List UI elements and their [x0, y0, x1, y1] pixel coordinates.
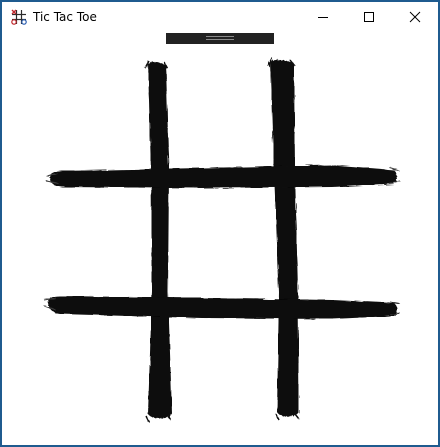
cell-mark [57, 80, 152, 175]
cell-mark [57, 194, 152, 289]
board-cell-1-2[interactable] [298, 194, 393, 289]
board-cell-1-0[interactable] [57, 194, 152, 289]
grid-line-horizontal-2 [43, 296, 401, 319]
grid-line-vertical-2 [267, 57, 300, 421]
board-cell-2-0[interactable] [57, 322, 152, 417]
drag-grip-icon[interactable] [206, 36, 234, 40]
board-cell-1-1[interactable] [172, 194, 267, 289]
board-cell-2-1[interactable] [172, 322, 267, 417]
tic-tac-toe-icon [11, 9, 27, 25]
cell-mark [172, 80, 267, 175]
minimize-icon [318, 17, 328, 18]
cell-mark [172, 322, 267, 417]
collapsed-toolbar[interactable] [166, 33, 274, 44]
cell-mark [298, 194, 393, 289]
close-icon [409, 11, 421, 23]
app-window: Tic Tac Toe [0, 0, 440, 447]
board-cell-2-2[interactable] [298, 322, 393, 417]
board-cell-0-1[interactable] [172, 80, 267, 175]
minimize-button[interactable] [300, 2, 346, 32]
cell-mark [172, 194, 267, 289]
cell-mark [298, 80, 393, 175]
board-cell-0-0[interactable] [57, 80, 152, 175]
maximize-button[interactable] [346, 2, 392, 32]
board-cell-0-2[interactable] [298, 80, 393, 175]
window-title: Tic Tac Toe [33, 10, 97, 24]
cell-mark [298, 322, 393, 417]
title-bar[interactable]: Tic Tac Toe [2, 2, 438, 32]
cell-mark [57, 322, 152, 417]
close-button[interactable] [392, 2, 438, 32]
game-board [2, 52, 438, 432]
maximize-icon [364, 12, 374, 22]
